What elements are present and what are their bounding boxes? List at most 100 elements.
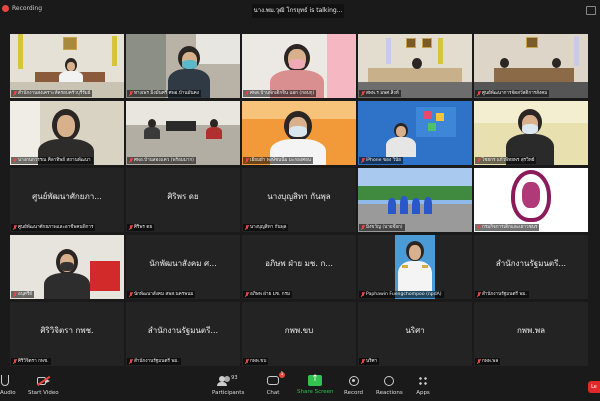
- participant-name: ศิริพร ดย: [167, 192, 199, 201]
- mic-muted-icon: [128, 291, 133, 298]
- participant-tile[interactable]: นางบุญสิทา กันพุล นางบุญสิทา กันพุล: [242, 168, 356, 232]
- participant-tile[interactable]: ศพด.บ้านพักเด็กจิน แอก (กอบกุ): [242, 34, 356, 98]
- mic-muted-icon: [476, 90, 481, 97]
- participant-label: กพพ.ขบ: [250, 359, 267, 364]
- participant-tile[interactable]: นักพัฒนาสังคม ศ... นักพัฒนาสังคม สพส.นคร…: [126, 235, 240, 299]
- participant-label: ศิริวิจิตรา กพช.: [18, 359, 49, 364]
- participant-label: ทางเพร มิ่งมั่นศรี ศพอ.บ้านมั่นคง: [134, 91, 199, 96]
- start-video-button[interactable]: Start Video: [28, 375, 59, 396]
- participant-label: อภิษพ ฝ่าย มช. กรม: [250, 292, 291, 297]
- gallery-grid: สำนักงานสงเคราะห์ครอบครัวบุรีรัมย์ ทางเพ…: [10, 34, 590, 369]
- participant-label: กรมกิจการเด็กและเยาวชนร: [482, 225, 538, 230]
- participant-tile[interactable]: ศิริพร ดย ศิริพร ดย: [126, 168, 240, 232]
- participant-label: มิ่งขวัญ (นายจ๊อก): [366, 225, 403, 230]
- participants-button[interactable]: 93 Participants: [212, 375, 244, 396]
- chat-icon: [267, 376, 279, 385]
- reactions-label: Reactions: [376, 390, 403, 396]
- participant-label: ศพอ.บ้านสองแคว (พร้อมมาก): [134, 158, 194, 163]
- mic-muted-icon: [476, 291, 481, 298]
- participant-label: สำนักงานรัฐมนตรี พม.: [482, 292, 527, 297]
- start-video-label: Start Video: [28, 390, 59, 396]
- record-button[interactable]: Record: [344, 375, 363, 396]
- participant-label: ไชยกร แก้วพิทยพร สุรวิทย์: [482, 158, 535, 163]
- leave-button[interactable]: Le: [588, 381, 600, 393]
- participants-label: Participants: [212, 390, 245, 396]
- participants-count: 93: [231, 375, 238, 381]
- participant-label: นริศา: [366, 359, 378, 364]
- participant-tile[interactable]: เยี่ยมผ้า พงษ์ชนนี่ม มะกองศอน: [242, 101, 356, 165]
- apps-button[interactable]: Apps: [416, 375, 430, 396]
- participant-tile[interactable]: ทางเพร มิ่งมั่นศรี ศพอ.บ้านมั่นคง: [126, 34, 240, 98]
- participant-name: ศิริวิจิตรา กพช.: [40, 326, 94, 335]
- participant-tile[interactable]: iPhone ของ วินัย: [358, 101, 472, 165]
- participant-label: สำนักงานสงเคราะห์ครอบครัวบุรีรัมย์: [18, 91, 91, 96]
- apps-grid-icon: [418, 376, 428, 386]
- mic-muted-icon: [476, 157, 481, 164]
- participant-label: นางบุญสิทา กันพุล: [250, 225, 287, 230]
- participant-tile[interactable]: กรมกิจการเด็กและเยาวชนร: [474, 168, 588, 232]
- participant-tile[interactable]: กพพ.ขบ กพพ.ขบ: [242, 302, 356, 366]
- participant-tile[interactable]: มิ่งขวัญ (นายจ๊อก): [358, 168, 472, 232]
- meeting-toolbar: Audio Start Video 93 Participants 1 Chat…: [0, 372, 600, 401]
- mic-muted-icon: [12, 90, 17, 97]
- participant-tile[interactable]: อภิษพ ฝ่าย มช. ก... อภิษพ ฝ่าย มช. กรม: [242, 235, 356, 299]
- participant-name: กพพ.พล: [516, 326, 546, 335]
- participant-label: iPhone ของ วินัย: [366, 158, 401, 163]
- participant-label: กพพ.พล: [482, 359, 499, 364]
- chat-badge: 1: [279, 372, 285, 378]
- participant-tile[interactable]: ศูนย์พัฒนาการจัดสวัสดิการสังคม: [474, 34, 588, 98]
- participant-label: ศูนย์พัฒนาศักยภาพและอาชีพคนพิการ: [18, 225, 94, 230]
- participant-tile[interactable]: สำนักงานรัฐมนตรี... สำนักงานรัฐมนตรี พม.: [474, 235, 588, 299]
- zoom-meeting-window: Recording นาง.พม.วุฒิ โกรยุทธ์ is talkin…: [0, 0, 600, 401]
- mic-muted-icon: [360, 291, 365, 298]
- participant-tile[interactable]: กพพ.พล กพพ.พล: [474, 302, 588, 366]
- mic-muted-icon: [12, 358, 17, 365]
- participant-name: นักพัฒนาสังคม ศ...: [149, 259, 217, 268]
- participant-tile[interactable]: นริศา นริศา: [358, 302, 472, 366]
- mic-muted-icon: [476, 358, 481, 365]
- audio-button[interactable]: Audio: [0, 375, 16, 396]
- record-label: Record: [344, 390, 364, 396]
- mic-muted-icon: [128, 358, 133, 365]
- participant-label: นักพัฒนาสังคม สพส.นครพนม: [134, 292, 194, 297]
- record-dot-icon: [2, 5, 9, 12]
- participant-name: ศูนย์พัฒนาศักยภา...: [32, 192, 102, 201]
- mic-muted-icon: [128, 90, 133, 97]
- participant-name: อภิษพ ฝ่าย มช. ก...: [265, 259, 333, 268]
- participant-tile[interactable]: สำนักงานสงเคราะห์ครอบครัวบุรีรัมย์: [10, 34, 124, 98]
- participant-label: ศูนย์พัฒนาการจัดสวัสดิการสังคม: [482, 91, 548, 96]
- mic-muted-icon: [12, 291, 17, 298]
- participant-label: เยี่ยมผ้า พงษ์ชนนี่ม มะกองศอน: [250, 158, 311, 163]
- participant-label: อนุศรีย์: [18, 292, 32, 297]
- participant-label: สพพ.ร มพศ.สิงห์: [366, 91, 399, 96]
- participant-tile[interactable]: อนุศรีย์: [10, 235, 124, 299]
- participant-name: สำนักงานรัฐมนตรี...: [147, 326, 219, 335]
- mic-muted-icon: [244, 90, 249, 97]
- participant-name: กพพ.ขบ: [284, 326, 314, 335]
- participant-tile[interactable]: Paphawin Fuengchompoo (npdA): [358, 235, 472, 299]
- chat-button[interactable]: 1 Chat: [266, 372, 285, 396]
- participant-tile[interactable]: สำนักงานรัฐมนตรี... สำนักงานรัฐมนตรี พม.: [126, 302, 240, 366]
- participant-label: นางกนกวรรณ ศิลาทิพย์ สถานพัฒนา: [18, 158, 91, 163]
- mic-muted-icon: [12, 224, 17, 231]
- mic-muted-icon: [476, 224, 481, 231]
- view-toggle-icon[interactable]: [586, 6, 596, 15]
- mic-muted-icon: [12, 157, 17, 164]
- mic-muted-icon: [360, 358, 365, 365]
- participant-label: Paphawin Fuengchompoo (npdA): [366, 292, 442, 297]
- participant-tile[interactable]: ศูนย์พัฒนาศักยภา... ศูนย์พัฒนาศักยภาพและ…: [10, 168, 124, 232]
- share-screen-icon: [308, 374, 323, 386]
- mic-muted-icon: [244, 291, 249, 298]
- participant-tile[interactable]: ศิริวิจิตรา กพช. ศิริวิจิตรา กพช.: [10, 302, 124, 366]
- mic-muted-icon: [128, 157, 133, 164]
- participant-tile[interactable]: นางกนกวรรณ ศิลาทิพย์ สถานพัฒนา: [10, 101, 124, 165]
- participant-tile[interactable]: ศพอ.บ้านสองแคว (พร้อมมาก): [126, 101, 240, 165]
- active-speaker-banner: นาง.พม.วุฒิ โกรยุทธ์ is talking...: [252, 4, 344, 18]
- participant-name: สำนักงานรัฐมนตรี...: [495, 259, 567, 268]
- share-screen-label: Share Screen: [297, 389, 334, 395]
- reactions-button[interactable]: Reactions: [376, 375, 403, 396]
- participant-tile[interactable]: ไชยกร แก้วพิทยพร สุรวิทย์: [474, 101, 588, 165]
- recording-indicator[interactable]: Recording: [2, 5, 42, 12]
- share-screen-button[interactable]: Share Screen: [297, 374, 334, 395]
- participant-tile[interactable]: สพพ.ร มพศ.สิงห์: [358, 34, 472, 98]
